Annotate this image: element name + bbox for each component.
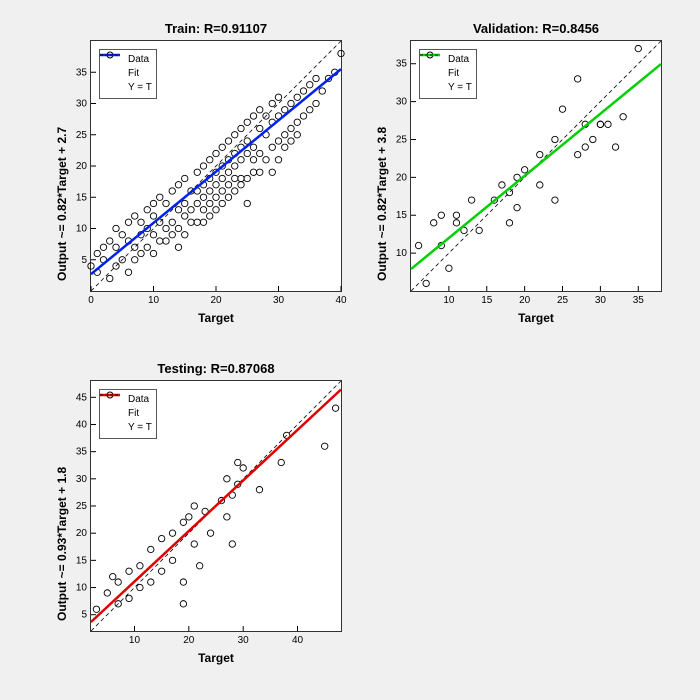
legend-row-yt: Y = T [104,81,152,95]
svg-text:15: 15 [76,555,88,566]
svg-text:10: 10 [76,224,88,235]
svg-text:25: 25 [76,130,88,141]
svg-text:20: 20 [76,528,88,539]
legend-dash-icon [104,83,124,93]
plot-title-validation: Validation: R=0.8456 [411,21,661,36]
svg-text:35: 35 [76,447,88,458]
svg-text:35: 35 [633,295,645,306]
svg-text:0: 0 [88,295,94,306]
legend-row-fit: Fit [104,407,152,421]
legend-yt-label: Y = T [128,421,152,435]
svg-text:15: 15 [76,192,88,203]
svg-text:15: 15 [481,295,493,306]
legend-row-fit: Fit [424,67,472,81]
svg-text:30: 30 [238,635,250,646]
svg-text:25: 25 [557,295,569,306]
svg-text:20: 20 [76,161,88,172]
legend-train: Data Fit Y = T [99,49,157,99]
legend-testing: Data Fit Y = T [99,389,157,439]
xlabel-validation: Target [411,311,661,325]
xlabel-testing: Target [91,651,341,665]
plot-title-testing: Testing: R=0.87068 [91,361,341,376]
svg-text:30: 30 [396,97,408,108]
svg-text:20: 20 [519,295,531,306]
legend-yt-label: Y = T [448,81,472,95]
svg-text:30: 30 [595,295,607,306]
svg-text:10: 10 [129,635,141,646]
svg-text:40: 40 [335,295,347,306]
legend-data-label: Data [128,53,149,67]
svg-text:30: 30 [76,474,88,485]
plot-title-train: Train: R=0.91107 [91,21,341,36]
svg-text:35: 35 [76,67,88,78]
svg-text:20: 20 [183,635,195,646]
legend-line-icon [104,69,124,79]
svg-text:25: 25 [76,501,88,512]
legend-row-yt: Y = T [104,421,152,435]
legend-fit-label: Fit [128,407,139,421]
ylabel-testing: Output ~= 0.93*Target + 1.8 [55,467,69,621]
xlabel-train: Target [91,311,341,325]
legend-line-icon [424,69,444,79]
legend-data-label: Data [448,53,469,67]
svg-text:20: 20 [396,172,408,183]
svg-text:5: 5 [81,255,87,266]
svg-text:40: 40 [292,635,304,646]
legend-validation: Data Fit Y = T [419,49,477,99]
svg-text:5: 5 [81,610,87,621]
legend-yt-label: Y = T [128,81,152,95]
ylabel-train: Output ~= 0.82*Target + 2.7 [55,127,69,281]
svg-text:15: 15 [396,210,408,221]
svg-text:30: 30 [76,99,88,110]
svg-text:25: 25 [396,134,408,145]
legend-row-fit: Fit [104,67,152,81]
svg-text:10: 10 [76,583,88,594]
legend-dash-icon [424,83,444,93]
svg-text:35: 35 [396,59,408,70]
ylabel-validation: Output ~= 0.82*Target + 3.8 [375,127,389,281]
legend-data-label: Data [128,393,149,407]
legend-fit-label: Fit [128,67,139,81]
svg-text:45: 45 [76,392,88,403]
svg-text:20: 20 [210,295,222,306]
plot-train: Train: R=0.91107 Target Output ~= 0.82*T… [90,40,342,292]
svg-text:10: 10 [396,248,408,259]
plot-validation: Validation: R=0.8456 Target Output ~= 0.… [410,40,662,292]
plot-testing: Testing: R=0.87068 Target Output ~= 0.93… [90,380,342,632]
legend-dash-icon [104,423,124,433]
svg-text:10: 10 [148,295,160,306]
legend-row-yt: Y = T [424,81,472,95]
svg-text:40: 40 [76,419,88,430]
legend-line-icon [104,409,124,419]
svg-text:10: 10 [443,295,455,306]
svg-text:30: 30 [273,295,285,306]
legend-fit-label: Fit [448,67,459,81]
